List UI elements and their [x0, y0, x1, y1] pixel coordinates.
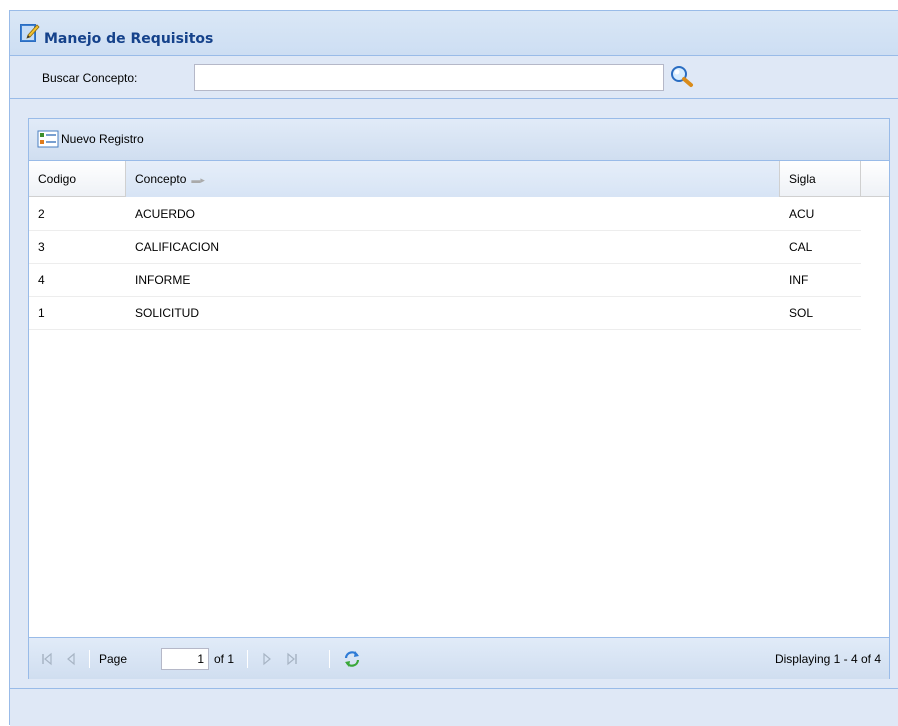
cell-codigo: 4: [38, 273, 45, 287]
form-icon: [37, 130, 59, 148]
search-icon[interactable]: [669, 64, 695, 88]
panel-title: Manejo de Requisitos: [44, 31, 214, 47]
cell-sigla: ACU: [789, 207, 815, 221]
first-page-icon[interactable]: [41, 652, 53, 666]
page-label: Page: [99, 652, 128, 666]
cell-codigo: 1: [38, 306, 45, 320]
requirements-grid: Nuevo Registro Codigo Concepto ▬▸ Sigla 2…: [28, 118, 890, 679]
search-label: Buscar Concepto:: [42, 71, 138, 85]
prev-page-icon[interactable]: [65, 652, 77, 666]
page-number-input[interactable]: [161, 648, 209, 670]
main-window: Manejo de Requisitos Buscar Concepto: Nu…: [9, 10, 898, 726]
new-record-button[interactable]: Nuevo Registro: [37, 129, 144, 149]
cell-concepto: SOLICITUD: [135, 306, 200, 320]
cell-codigo: 2: [38, 207, 45, 221]
search-input[interactable]: [194, 64, 664, 91]
bottom-toolbar: [10, 688, 898, 726]
panel-header: Manejo de Requisitos: [10, 11, 898, 56]
table-row[interactable]: 4 INFORME INF: [29, 264, 861, 297]
separator: [247, 650, 248, 668]
table-row[interactable]: 2 ACUERDO ACU: [29, 198, 861, 231]
column-header-concepto[interactable]: Concepto ▬▸: [126, 161, 780, 197]
separator: [329, 650, 330, 668]
sort-asc-icon: ▬▸: [191, 174, 205, 185]
next-page-icon[interactable]: [261, 652, 273, 666]
column-header-sigla[interactable]: Sigla: [780, 161, 861, 197]
grid-header: Codigo Concepto ▬▸ Sigla: [29, 161, 889, 197]
cell-codigo: 3: [38, 240, 45, 254]
table-row[interactable]: 3 CALIFICACION CAL: [29, 231, 861, 264]
paging-toolbar: Page of 1 Displaying 1 - 4 of 4: [29, 637, 889, 679]
cell-sigla: INF: [789, 273, 809, 287]
column-header-codigo[interactable]: Codigo: [29, 161, 126, 197]
grid-body: 2 ACUERDO ACU 3 CALIFICACION CAL 4 INFOR…: [29, 198, 861, 628]
search-toolbar: Buscar Concepto:: [10, 57, 898, 99]
cell-concepto: INFORME: [135, 273, 191, 287]
paging-status: Displaying 1 - 4 of 4: [774, 652, 881, 666]
refresh-icon[interactable]: [342, 649, 362, 669]
cell-sigla: SOL: [789, 306, 814, 320]
cell-concepto: CALIFICACION: [135, 240, 220, 254]
edit-icon: [20, 24, 40, 42]
column-header-concepto-label: Concepto: [135, 172, 187, 186]
new-record-label: Nuevo Registro: [61, 132, 144, 146]
table-row[interactable]: 1 SOLICITUD SOL: [29, 297, 861, 330]
cell-sigla: CAL: [789, 240, 813, 254]
separator: [89, 650, 90, 668]
cell-concepto: ACUERDO: [135, 207, 196, 221]
page-count: of 1: [214, 652, 235, 666]
last-page-icon[interactable]: [286, 652, 298, 666]
grid-toolbar: Nuevo Registro: [29, 119, 889, 161]
